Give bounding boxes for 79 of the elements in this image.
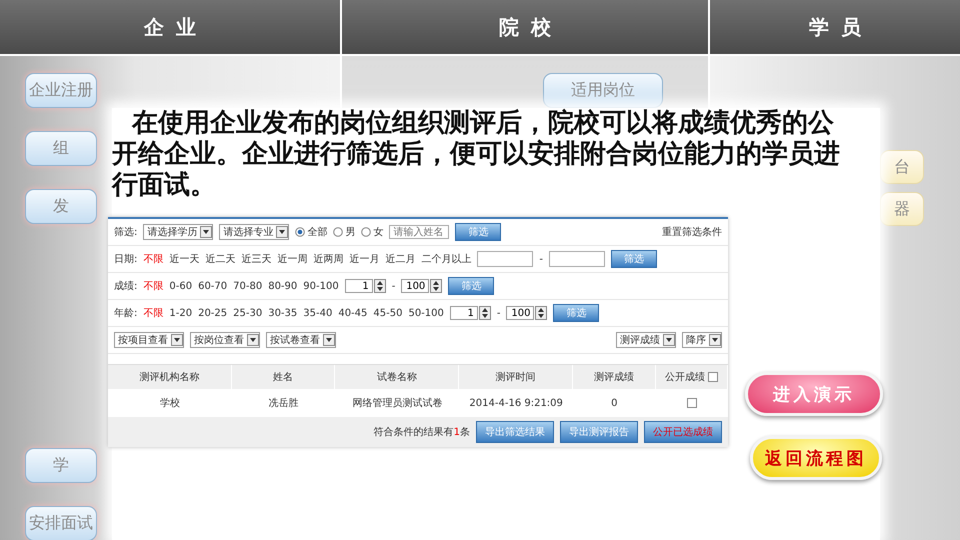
filter-option[interactable]: 二个月以上 — [421, 252, 472, 266]
filter-option[interactable]: 近一月 — [349, 252, 380, 266]
column-header: 试卷名称 — [376, 370, 417, 384]
spinner-icon — [374, 279, 386, 293]
filter-label: 成绩: — [114, 280, 138, 293]
column-header: 学员 — [710, 0, 960, 56]
dropdown[interactable]: 按项目查看 — [114, 332, 184, 348]
number-field[interactable]: 100 — [401, 279, 430, 293]
filter-option[interactable]: 近一周 — [277, 252, 308, 266]
table-cell-text: 网络管理员测试试卷 — [352, 396, 442, 410]
filter-option[interactable]: 近两周 — [313, 252, 344, 266]
filter-label: 年龄: — [114, 306, 138, 320]
filter-option[interactable]: 近二天 — [205, 252, 236, 266]
number-field[interactable]: 1 — [344, 279, 373, 293]
spinner-icon — [535, 306, 548, 320]
filter-option[interactable]: 0-60 — [169, 280, 192, 292]
radio-option[interactable]: 全部 — [295, 225, 328, 239]
filter-option[interactable]: 1-20 — [169, 308, 192, 318]
caret-icon — [171, 334, 183, 346]
caret-icon — [200, 226, 212, 238]
caret-icon — [323, 334, 335, 346]
dropdown[interactable]: 按岗位查看 — [190, 332, 260, 348]
dropdown[interactable]: 降序 — [682, 332, 722, 348]
name-field[interactable]: 请输入姓名 — [389, 225, 450, 239]
filter-option[interactable]: 近一天 — [169, 252, 200, 266]
filter-option[interactable]: 不限 — [143, 252, 164, 266]
column-header: 测评成绩 — [594, 370, 634, 384]
column-header: 公开成绩 — [664, 370, 705, 384]
range-separator: - — [392, 280, 396, 292]
caret-icon — [276, 226, 288, 238]
filter-option[interactable]: 35-40 — [303, 308, 332, 318]
filter-option[interactable]: 80-90 — [268, 280, 298, 292]
filter-label: 日期: — [114, 252, 138, 266]
dropdown[interactable]: 请选择专业 — [219, 224, 290, 240]
column-header: 姓名 — [273, 371, 294, 384]
table-cell-text: 学校 — [160, 396, 180, 410]
filter-label: 筛选: — [114, 226, 138, 239]
spinner-icon — [478, 306, 491, 320]
range-separator: - — [539, 254, 543, 264]
date-field[interactable] — [548, 251, 605, 267]
filter-option[interactable]: 70-80 — [233, 280, 262, 292]
column-header: 院校 — [342, 0, 708, 56]
column-header: 测评机构名称 — [140, 370, 200, 384]
checkbox[interactable] — [686, 398, 697, 408]
filter-option[interactable]: 不限 — [143, 306, 164, 320]
filter-option[interactable]: 50-100 — [408, 308, 444, 318]
range-separator: - — [496, 308, 500, 318]
date-field[interactable] — [477, 251, 534, 267]
result-count-text: 符合条件的结果有1条 — [374, 426, 470, 439]
description-text: 在使用企业发布的岗位组织测评后，院校可以将成绩优秀的公开给企业。企业进行筛选后，便可以安排附合岗位能力的学员进行面试。 — [112, 108, 841, 201]
filter-option[interactable]: 25-30 — [233, 308, 262, 318]
table-cell: 2014-4-16 9:21:09 — [469, 398, 563, 408]
caret-icon — [709, 334, 721, 346]
radio-option[interactable]: 女 — [361, 225, 384, 239]
nav-button[interactable]: 返回流程图 — [750, 436, 882, 480]
column-header: 测评时间 — [496, 370, 536, 384]
table-cell-text: 冼岳胜 — [268, 396, 299, 410]
filter-option[interactable]: 40-45 — [338, 308, 368, 318]
reset-filters-link[interactable]: 重置筛选条件 — [662, 225, 722, 239]
radio-option[interactable]: 男 — [333, 225, 356, 239]
number-field[interactable]: 1 — [450, 306, 478, 320]
number-field[interactable]: 100 — [506, 306, 534, 320]
dropdown[interactable]: 请选择学历 — [143, 224, 214, 240]
column-header: 企业 — [0, 0, 340, 56]
caret-icon — [247, 334, 259, 346]
caret-icon — [663, 334, 675, 346]
checkbox[interactable] — [708, 372, 718, 382]
dropdown[interactable]: 测评成绩 — [616, 332, 676, 348]
filter-option[interactable]: 60-70 — [198, 280, 228, 292]
filter-option[interactable]: 45-50 — [373, 308, 402, 318]
filter-option[interactable]: 90-100 — [303, 280, 339, 292]
filter-option[interactable]: 不限 — [143, 279, 164, 293]
table-cell: 0 — [611, 398, 618, 408]
filter-option[interactable]: 近三天 — [241, 252, 272, 266]
filter-option[interactable]: 20-25 — [198, 308, 228, 318]
filter-option[interactable]: 30-35 — [268, 308, 298, 318]
dropdown[interactable]: 按试卷查看 — [266, 332, 336, 348]
spinner-icon — [430, 279, 442, 293]
filter-option[interactable]: 近二月 — [385, 252, 416, 266]
